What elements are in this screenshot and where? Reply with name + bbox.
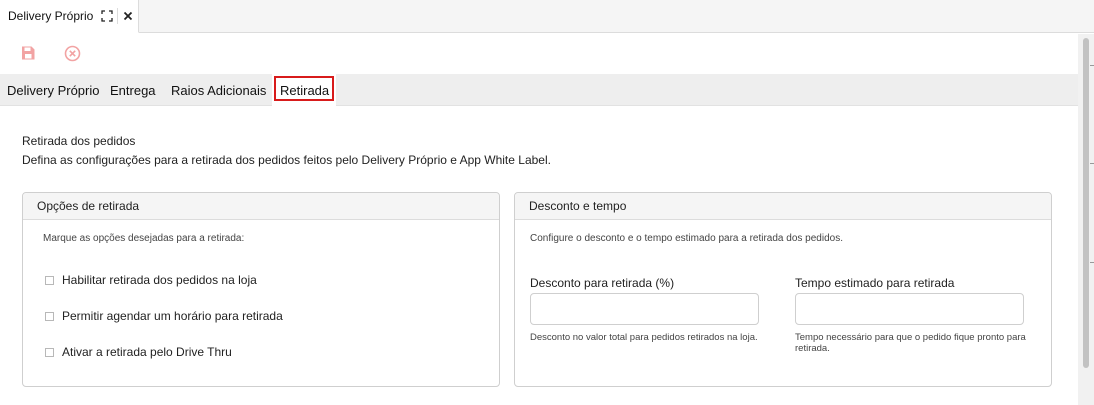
section-description: Defina as configurações para a retirada … — [22, 153, 551, 167]
panel-header: Desconto e tempo — [515, 193, 1051, 220]
cancel-icon — [64, 45, 80, 61]
checkbox[interactable] — [45, 275, 54, 285]
discount-label: Desconto para retirada (%) — [530, 276, 675, 290]
toolbar — [0, 34, 1078, 74]
tab-label: Entrega — [110, 82, 156, 98]
ruler-tick — [1090, 163, 1094, 164]
option-label: Ativar a retirada pelo Drive Thru — [62, 345, 232, 359]
option-schedule-pickup[interactable]: Permitir agendar um horário para retirad… — [45, 309, 283, 323]
document-tab[interactable]: Delivery Próprio — [0, 0, 139, 33]
document-tab-title: Delivery Próprio — [8, 9, 94, 23]
discount-time-panel: Desconto e tempo Configure o desconto e … — [514, 192, 1052, 387]
close-icon[interactable] — [119, 7, 137, 25]
expand-icon[interactable] — [98, 7, 116, 25]
discount-input[interactable] — [530, 293, 759, 325]
document-tab-bar: Delivery Próprio — [0, 0, 1094, 33]
tab-content: Retirada dos pedidos Defina as configura… — [0, 106, 1078, 405]
tab-label: Delivery Próprio — [7, 82, 100, 98]
active-tab-highlight — [274, 76, 334, 101]
time-label: Tempo estimado para retirada — [795, 276, 955, 290]
scrollbar-thumb[interactable] — [1083, 38, 1089, 368]
panel-hint: Marque as opções desejadas para a retira… — [43, 233, 245, 244]
ruler-tick — [1090, 262, 1094, 263]
tab-delivery-proprio[interactable]: Delivery Próprio — [7, 74, 99, 106]
checkbox[interactable] — [45, 347, 54, 357]
tab-label: Raios Adicionais — [171, 82, 267, 98]
save-button[interactable] — [18, 43, 38, 63]
section-tabs: Delivery Próprio Entrega Raios Adicionai… — [0, 74, 1078, 106]
pickup-options-panel: Opções de retirada Marque as opções dese… — [22, 192, 500, 387]
time-input[interactable] — [795, 293, 1024, 325]
tab-entrega[interactable]: Entrega — [110, 74, 156, 106]
cancel-button[interactable] — [62, 43, 82, 63]
ruler-tick — [1090, 65, 1094, 66]
tab-separator — [117, 8, 118, 24]
option-label: Permitir agendar um horário para retirad… — [62, 309, 283, 323]
panel-header: Opções de retirada — [23, 193, 499, 220]
option-enable-pickup[interactable]: Habilitar retirada dos pedidos na loja — [45, 273, 257, 287]
option-drive-thru[interactable]: Ativar a retirada pelo Drive Thru — [45, 345, 232, 359]
checkbox[interactable] — [45, 311, 54, 321]
option-label: Habilitar retirada dos pedidos na loja — [62, 273, 257, 287]
section-title: Retirada dos pedidos — [22, 134, 136, 148]
discount-help: Desconto no valor total para pedidos ret… — [530, 332, 758, 343]
save-icon — [22, 46, 35, 60]
time-help: Tempo necessário para que o pedido fique… — [795, 332, 1026, 354]
panel-hint: Configure o desconto e o tempo estimado … — [530, 233, 843, 244]
tab-raios-adicionais[interactable]: Raios Adicionais — [171, 74, 266, 106]
